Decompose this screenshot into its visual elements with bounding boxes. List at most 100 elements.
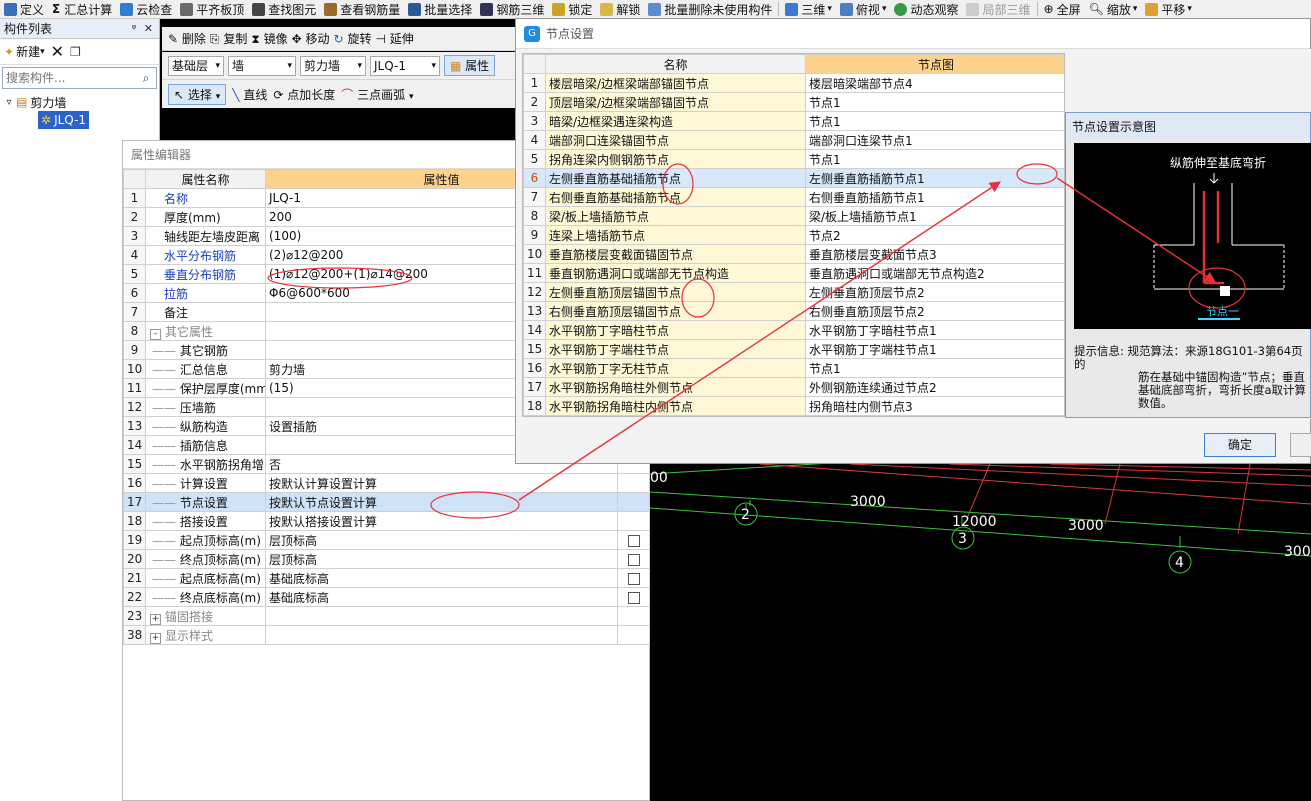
property-checkbox[interactable]: [627, 534, 640, 547]
toolbar-summary-button[interactable]: Σ 汇总计算: [48, 0, 116, 18]
toolbar-delete-unused-button[interactable]: 批量删除未使用构件: [644, 0, 776, 18]
copy-component-icon[interactable]: ❐: [70, 45, 81, 59]
toolbar-orbit-button[interactable]: 动态观察: [890, 0, 962, 18]
node-row[interactable]: 4 端部洞口连梁锚固节点 端部洞口连梁节点1: [523, 130, 1064, 150]
toolbar-find-button[interactable]: 查找图元: [248, 0, 320, 18]
property-row[interactable]: 23 + 锚固搭接: [123, 606, 650, 626]
delete-button[interactable]: ✎ 删除: [168, 30, 206, 47]
node-row[interactable]: 3 暗梁/边框梁遇连梁构造 节点1: [523, 111, 1064, 131]
node-diagram-cell[interactable]: 右侧垂直筋插筋节点1: [805, 187, 1064, 207]
property-row[interactable]: 17 —— 节点设置 按默认节点设置计算: [123, 492, 650, 512]
property-value-cell[interactable]: 基础底标高: [265, 568, 618, 588]
node-diagram-cell[interactable]: 右侧垂直筋顶层节点2: [805, 301, 1064, 321]
node-diagram-cell[interactable]: 节点1: [805, 149, 1064, 169]
node-row[interactable]: 12 左侧垂直筋顶层锚固节点 左侧垂直筋顶层节点2: [523, 282, 1064, 302]
node-diagram-cell[interactable]: 拐角暗柱内侧节点3: [805, 396, 1064, 416]
new-component-button[interactable]: ✦ 新建 ▾: [4, 43, 45, 60]
mirror-button[interactable]: ⧗ 镜像: [251, 30, 287, 47]
node-diagram-cell[interactable]: 梁/板上墙插筋节点1: [805, 206, 1064, 226]
extend-button[interactable]: ⊣ 延伸: [375, 30, 413, 47]
property-extra-cell[interactable]: [617, 549, 650, 569]
node-diagram-cell[interactable]: 左侧垂直筋插筋节点1: [805, 168, 1064, 188]
confirm-button[interactable]: 确定: [1204, 433, 1276, 457]
node-diagram-cell[interactable]: 节点1: [805, 92, 1064, 112]
node-row[interactable]: 2 顶层暗梁/边框梁端部锚固节点 节点1: [523, 92, 1064, 112]
node-diagram-cell[interactable]: 端部洞口连梁节点1: [805, 130, 1064, 150]
property-checkbox[interactable]: [627, 553, 640, 566]
property-row[interactable]: 38 + 显示样式: [123, 625, 650, 645]
node-diagram-cell[interactable]: 楼层暗梁端部节点4: [805, 73, 1064, 93]
node-diagram-cell[interactable]: 节点2: [805, 225, 1064, 245]
property-row[interactable]: 20 —— 终点顶标高(m) 层顶标高: [123, 549, 650, 569]
node-row[interactable]: 9 连梁上墙插筋节点 节点2: [523, 225, 1064, 245]
property-value-cell[interactable]: 层顶标高: [265, 549, 618, 569]
node-row[interactable]: 17 水平钢筋拐角暗柱外侧节点 外侧钢筋连续通过节点2: [523, 377, 1064, 397]
toolbar-lock-button[interactable]: 锁定: [548, 0, 596, 18]
node-diagram-cell[interactable]: 外侧钢筋连续通过节点2: [805, 377, 1064, 397]
toolbar-topview-button[interactable]: 俯视 ▾: [836, 0, 891, 18]
node-row[interactable]: 14 水平钢筋丁字暗柱节点 水平钢筋丁字暗柱节点1: [523, 320, 1064, 340]
property-row[interactable]: 22 —— 终点底标高(m) 基础底标高: [123, 587, 650, 607]
property-value-cell[interactable]: 按默认计算设置计算: [265, 473, 618, 493]
node-row[interactable]: 7 右侧垂直筋基础插筋节点 右侧垂直筋插筋节点1: [523, 187, 1064, 207]
node-row[interactable]: 13 右侧垂直筋顶层锚固节点 右侧垂直筋顶层节点2: [523, 301, 1064, 321]
copy-button[interactable]: ⎘ 复制: [210, 30, 247, 47]
property-row[interactable]: 21 —— 起点底标高(m) 基础底标高: [123, 568, 650, 588]
select-tool-button[interactable]: ↖ 选择 ▾: [168, 83, 227, 105]
property-checkbox[interactable]: [627, 572, 640, 585]
property-toggle-button[interactable]: ▦ 属性: [444, 55, 496, 76]
node-row[interactable]: 10 垂直筋楼层变截面锚固节点 垂直筋楼层变截面节点3: [523, 244, 1064, 264]
toolbar-align-top-button[interactable]: 平齐板顶: [176, 0, 248, 18]
property-row[interactable]: 18 —— 搭接设置 按默认搭接设置计算: [123, 511, 650, 531]
cancel-button[interactable]: [1290, 433, 1311, 457]
cad-drawing-area[interactable]: 00 3000 12000 3000 300 2 3 4: [650, 464, 1311, 801]
toolbar-unlock-button[interactable]: 解锁: [596, 0, 644, 18]
property-value-cell[interactable]: 按默认搭接设置计算: [265, 511, 618, 531]
node-row[interactable]: 8 梁/板上墙插筋节点 梁/板上墙插筋节点1: [523, 206, 1064, 226]
property-checkbox[interactable]: [627, 591, 640, 604]
property-value-cell[interactable]: 基础底标高: [265, 587, 618, 607]
node-diagram-cell[interactable]: 左侧垂直筋顶层节点2: [805, 282, 1064, 302]
toolbar-rebar-qty-button[interactable]: 查看钢筋量: [320, 0, 404, 18]
property-value-cell[interactable]: [265, 606, 618, 626]
point-length-tool-button[interactable]: ⟳ 点加长度: [273, 86, 335, 103]
toolbar-rebar-3d-button[interactable]: 钢筋三维: [476, 0, 548, 18]
expand-icon[interactable]: +: [150, 632, 161, 644]
delete-component-icon[interactable]: ✕: [51, 42, 64, 61]
search-icon[interactable]: ⌕: [136, 71, 156, 86]
line-tool-button[interactable]: ╲ 直线: [232, 86, 267, 103]
node-diagram-cell[interactable]: 水平钢筋丁字端柱节点1: [805, 339, 1064, 359]
type-select[interactable]: 墙 ▾: [228, 55, 296, 76]
toolbar-fullscreen-button[interactable]: ⊕ 全屏: [1040, 0, 1085, 18]
node-row[interactable]: 18 水平钢筋拐角暗柱内侧节点 拐角暗柱内侧节点3: [523, 396, 1064, 416]
subtype-select[interactable]: 剪力墙 ▾: [300, 55, 366, 76]
toolbar-pan-button[interactable]: 平移 ▾: [1141, 0, 1196, 18]
property-value-cell[interactable]: [265, 625, 618, 645]
toolbar-zoom-button[interactable]: 🔍︎ 缩放 ▾: [1085, 0, 1142, 18]
property-value-cell[interactable]: 层顶标高: [265, 530, 618, 550]
node-row[interactable]: 6 左侧垂直筋基础插筋节点 左侧垂直筋插筋节点1: [523, 168, 1064, 188]
arc-tool-button[interactable]: ⌒ 三点画弧 ▾: [341, 86, 413, 103]
property-value-cell[interactable]: 按默认节点设置计算: [265, 492, 618, 512]
toolbar-local-3d-button[interactable]: 局部三维: [962, 0, 1034, 18]
node-row[interactable]: 1 楼层暗梁/边框梁端部锚固节点 楼层暗梁端部节点4: [523, 73, 1064, 93]
toolbar-batch-select-button[interactable]: 批量选择: [404, 0, 476, 18]
node-row[interactable]: 15 水平钢筋丁字端柱节点 水平钢筋丁字端柱节点1: [523, 339, 1064, 359]
node-diagram-cell[interactable]: 垂直筋楼层变截面节点3: [805, 244, 1064, 264]
property-extra-cell[interactable]: [617, 568, 650, 588]
node-diagram-cell[interactable]: 水平钢筋丁字暗柱节点1: [805, 320, 1064, 340]
node-diagram-cell[interactable]: 节点1: [805, 111, 1064, 131]
node-diagram-cell[interactable]: 节点1: [805, 358, 1064, 378]
property-extra-cell[interactable]: [617, 530, 650, 550]
property-row[interactable]: 16 —— 计算设置 按默认计算设置计算: [123, 473, 650, 493]
node-row[interactable]: 5 拐角连梁内侧钢筋节点 节点1: [523, 149, 1064, 169]
toolbar-3d-button[interactable]: 三维 ▾: [781, 0, 836, 18]
collapse-icon[interactable]: ▿: [2, 97, 16, 108]
expand-icon[interactable]: +: [150, 613, 161, 625]
toolbar-define-button[interactable]: 定义: [0, 0, 48, 18]
move-button[interactable]: ✥ 移动: [292, 30, 330, 47]
component-search-input[interactable]: [3, 71, 136, 85]
tree-node-jlq1[interactable]: ✲ JLQ-1: [38, 111, 94, 129]
property-row[interactable]: 19 —— 起点顶标高(m) 层顶标高: [123, 530, 650, 550]
node-row[interactable]: 11 垂直钢筋遇洞口或端部无节点构造 垂直筋遇洞口或端部无节点构造2: [523, 263, 1064, 283]
